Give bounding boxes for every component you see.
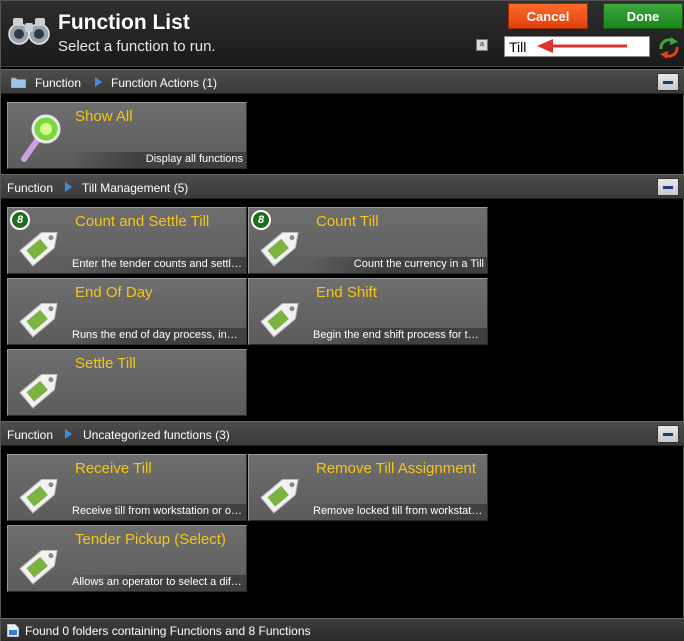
page-title: Function List — [58, 11, 190, 34]
function-tile-end-shift[interactable]: End Shift Begin the end shift process fo… — [248, 278, 488, 345]
status-text: Found 0 folders containing Functions and… — [25, 624, 311, 638]
tile-label: Show All — [75, 108, 133, 125]
magnifier-icon — [21, 114, 61, 162]
count-badge: 8 — [251, 210, 271, 230]
tile-description: Display all functions — [145, 153, 243, 165]
collapse-button[interactable] — [657, 178, 679, 196]
section-header-uncategorized: Function Uncategorized functions (3) — [1, 421, 684, 446]
tile-description: Allows an operator to select a different… — [72, 576, 243, 588]
function-tile-tender-pickup[interactable]: Tender Pickup (Select) Allows an operato… — [7, 525, 247, 592]
breadcrumb-category[interactable]: Uncategorized functions (3) — [83, 428, 230, 442]
header: Function List Select a function to run. … — [1, 1, 684, 67]
section-header-till-management: Function Till Management (5) — [1, 174, 684, 199]
function-tile-receive-till[interactable]: Receive Till Receive till from workstati… — [7, 454, 247, 521]
tile-description: Enter the tender counts and settle the t… — [72, 258, 243, 270]
binoculars-icon — [8, 18, 50, 45]
breadcrumb-root[interactable]: Function — [7, 181, 53, 195]
tag-icon — [19, 549, 58, 585]
section-header-function-actions: Function Function Actions (1) — [1, 69, 684, 94]
page-subtitle: Select a function to run. — [58, 38, 216, 55]
function-tile-count-and-settle-till[interactable]: 8 Count and Settle Till Enter the tender… — [7, 207, 247, 274]
tile-description: Count the currency in a Till — [353, 258, 484, 270]
tag-icon — [19, 478, 58, 514]
status-bar: Found 0 folders containing Functions and… — [1, 618, 684, 641]
folder-icon — [11, 77, 26, 88]
function-tile-remove-till-assignment[interactable]: Remove Till Assignment Remove locked til… — [248, 454, 488, 521]
breadcrumb-root[interactable]: Function — [35, 76, 81, 90]
function-tile-count-till[interactable]: 8 Count Till Count the currency in a Til… — [248, 207, 488, 274]
chevron-right-icon — [65, 182, 72, 192]
collapse-button[interactable] — [657, 73, 679, 91]
done-button[interactable]: Done — [603, 3, 683, 29]
tile-label: End Of Day — [75, 284, 153, 301]
function-tile-show-all[interactable]: Show All Display all functions — [7, 102, 247, 169]
tag-icon — [260, 478, 299, 514]
tile-description: Begin the end shift process for the till — [313, 329, 484, 341]
tile-description: Runs the end of day process, including s… — [72, 329, 243, 341]
function-list-window: Function List Select a function to run. … — [0, 0, 684, 641]
chevron-right-icon — [65, 429, 72, 439]
tile-label: End Shift — [316, 284, 377, 301]
search-input[interactable] — [504, 36, 650, 57]
function-tile-end-of-day[interactable]: End Of Day Runs the end of day process, … — [7, 278, 247, 345]
tile-label: Remove Till Assignment — [316, 460, 477, 477]
tile-label: Settle Till — [75, 355, 136, 372]
breadcrumb-root[interactable]: Function — [7, 428, 53, 442]
count-badge: 8 — [10, 210, 30, 230]
refresh-icon[interactable] — [657, 36, 681, 60]
breadcrumb-category[interactable]: Function Actions (1) — [111, 76, 217, 90]
keyboard-icon[interactable]: a — [476, 39, 488, 51]
tag-icon — [260, 302, 299, 338]
cancel-button[interactable]: Cancel — [508, 3, 588, 29]
tile-description: Remove locked till from workstation — [313, 505, 484, 517]
document-icon — [7, 624, 19, 637]
collapse-button[interactable] — [657, 425, 679, 443]
tag-icon — [19, 302, 58, 338]
tile-label: Tender Pickup (Select) — [75, 531, 226, 548]
function-tile-settle-till[interactable]: Settle Till — [7, 349, 247, 416]
tile-label: Count Till — [316, 213, 379, 230]
tag-icon — [19, 373, 58, 409]
tile-description: Receive till from workstation or operato… — [72, 505, 243, 517]
chevron-right-icon — [95, 77, 102, 87]
tile-label: Receive Till — [75, 460, 152, 477]
breadcrumb-category[interactable]: Till Management (5) — [82, 181, 188, 195]
tile-label: Count and Settle Till — [75, 213, 210, 230]
